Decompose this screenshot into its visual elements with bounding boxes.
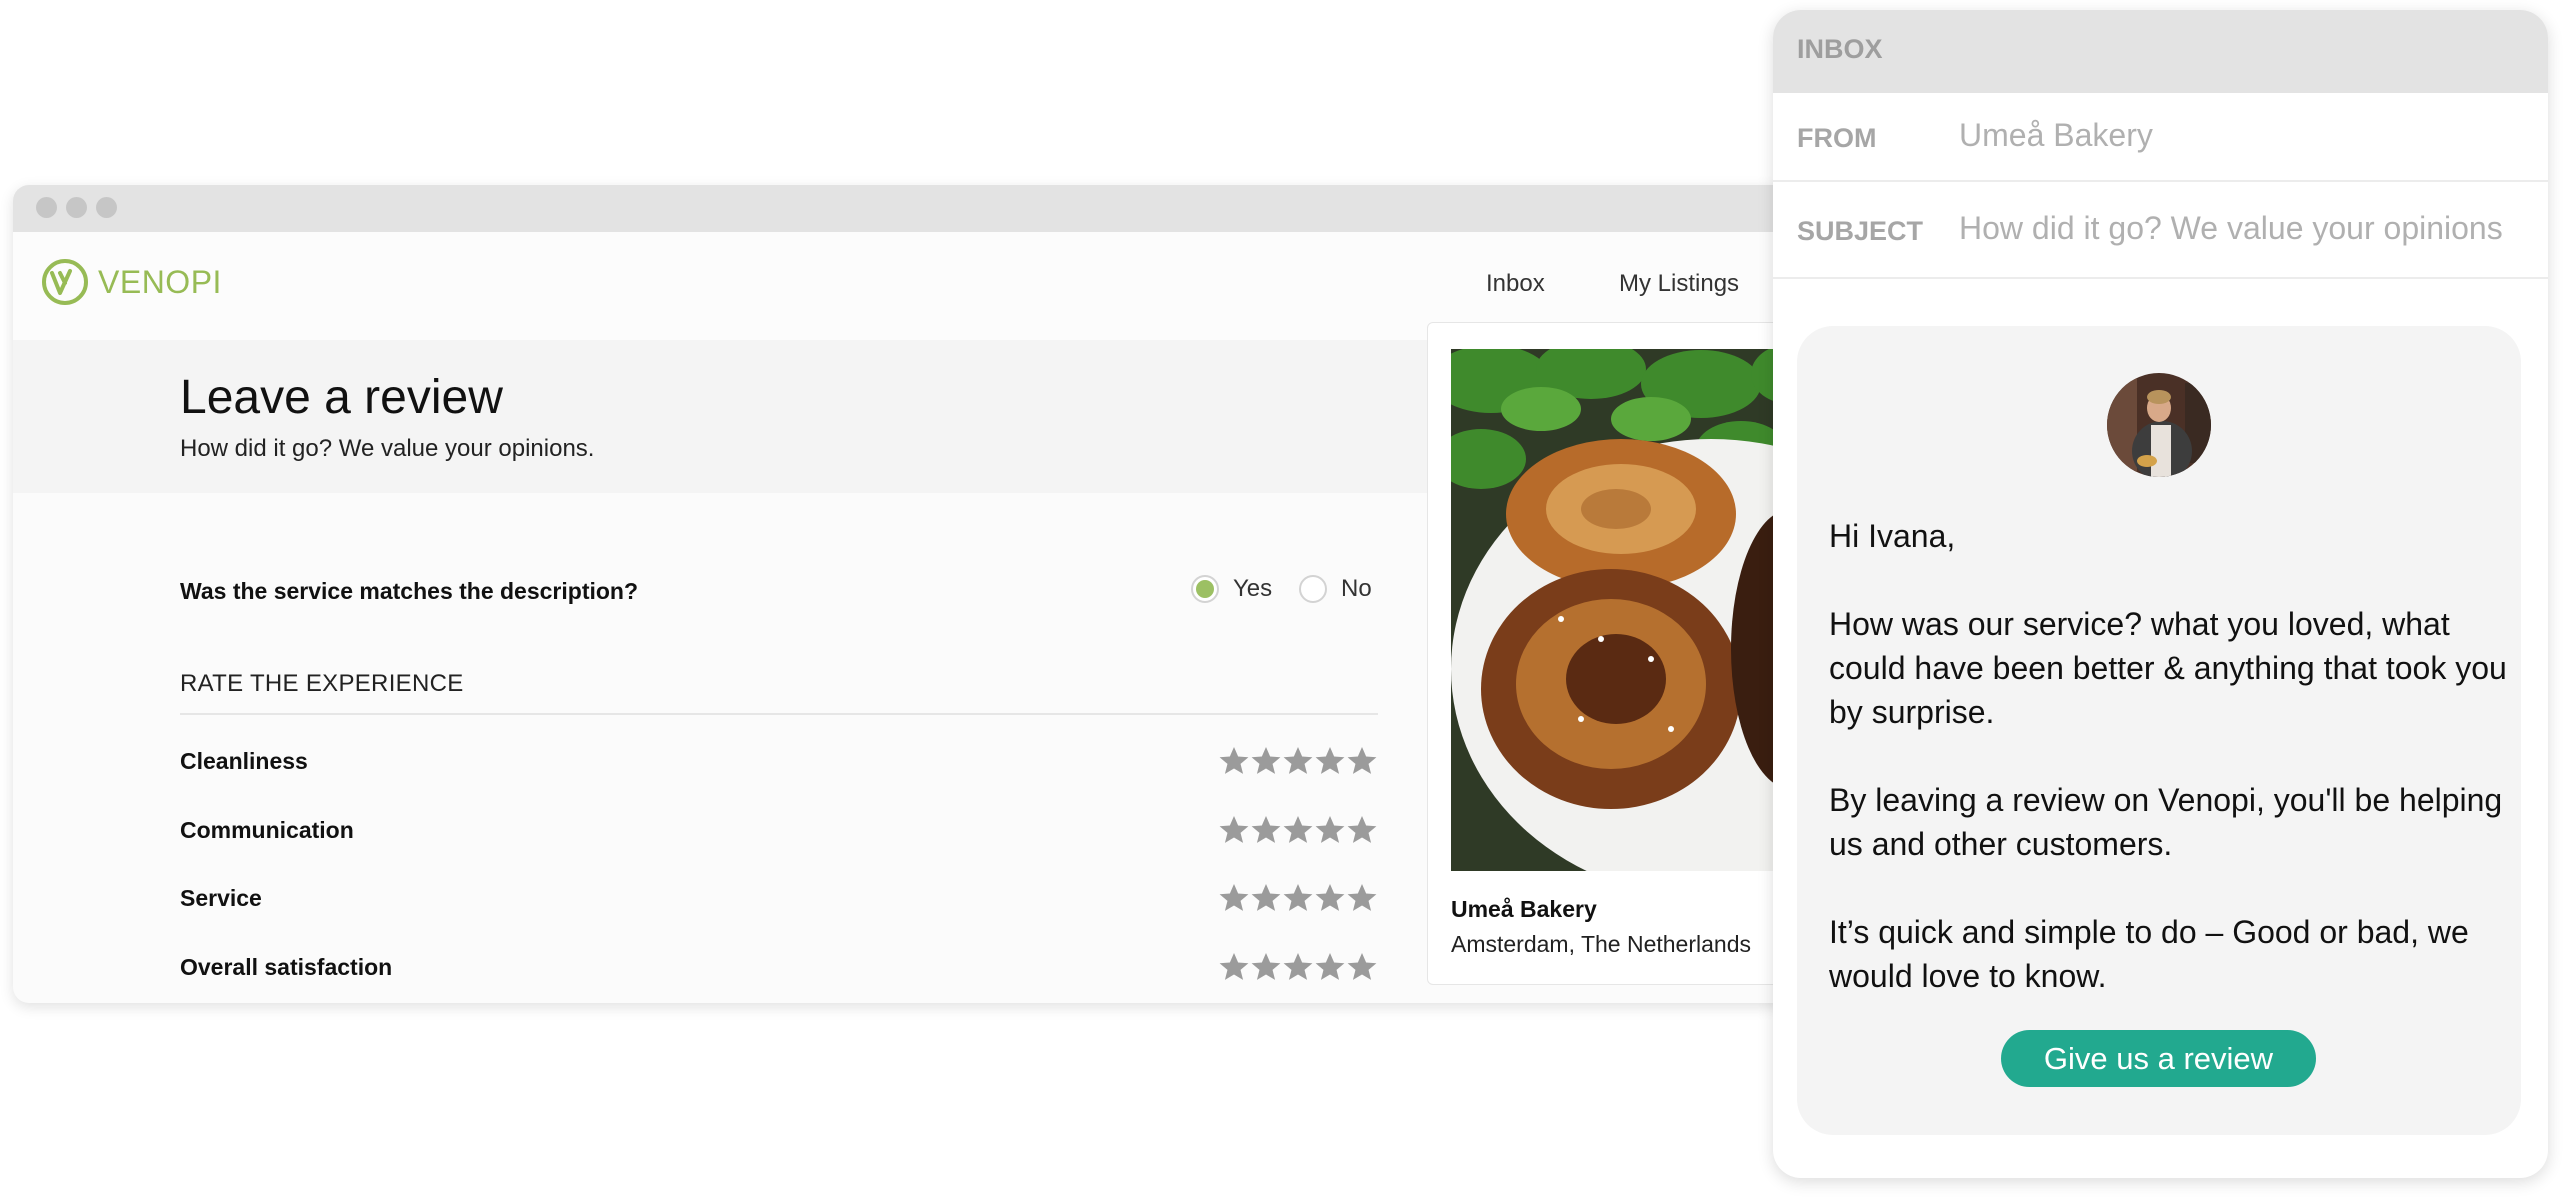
star-icon[interactable]: [1250, 882, 1282, 914]
radio-yes-control[interactable]: [1191, 575, 1219, 603]
give-review-button[interactable]: Give us a review: [2001, 1030, 2316, 1087]
email-header: INBOX: [1773, 10, 2548, 93]
rating-label: Communication: [180, 816, 354, 843]
window-minimize-dot[interactable]: [66, 197, 87, 218]
nav-inbox[interactable]: Inbox: [1486, 270, 1545, 298]
star-rating[interactable]: [1218, 951, 1378, 983]
star-icon[interactable]: [1314, 814, 1346, 846]
logo-text: VENOPI: [98, 263, 222, 300]
star-rating[interactable]: [1218, 814, 1378, 846]
email-paragraph-3: It’s quick and simple to do – Good or ba…: [1829, 914, 2469, 994]
page-title: Leave a review: [180, 371, 503, 424]
star-rating[interactable]: [1218, 882, 1378, 914]
window-maximize-dot[interactable]: [96, 197, 117, 218]
section-divider: [180, 713, 1378, 715]
star-icon[interactable]: [1250, 745, 1282, 777]
star-icon[interactable]: [1218, 951, 1250, 983]
radio-no-label: No: [1341, 575, 1372, 602]
star-icon[interactable]: [1282, 951, 1314, 983]
radio-yes-label: Yes: [1233, 575, 1273, 602]
star-icon[interactable]: [1250, 814, 1282, 846]
email-body-card: Hi Ivana, How was our service? what you …: [1797, 326, 2521, 1135]
cinnamon-buns-image: [1451, 349, 1811, 871]
email-panel: INBOX FROM Umeå Bakery SUBJECT How did i…: [1773, 10, 2548, 1178]
star-icon[interactable]: [1218, 814, 1250, 846]
page-subtitle: How did it go? We value your opinions.: [180, 435, 595, 462]
rating-label: Cleanliness: [180, 747, 308, 774]
email-paragraph-1: How was our service? what you loved, wha…: [1829, 606, 2507, 730]
star-icon[interactable]: [1250, 951, 1282, 983]
listing-location: Amsterdam, The Netherlands: [1451, 931, 1751, 957]
sender-avatar: [2107, 373, 2211, 477]
inbox-label: INBOX: [1797, 34, 1883, 64]
star-icon[interactable]: [1314, 951, 1346, 983]
listing-photo: [1451, 349, 1811, 871]
nav-my-listings[interactable]: My Listings: [1619, 270, 1739, 298]
rating-label: Overall satisfaction: [180, 953, 393, 980]
rating-row-communication: Communication: [180, 810, 1378, 850]
star-icon[interactable]: [1218, 882, 1250, 914]
venopi-logo-icon: [42, 259, 88, 305]
from-label: FROM: [1797, 123, 1877, 153]
star-icon[interactable]: [1314, 745, 1346, 777]
rating-row-overall: Overall satisfaction: [180, 947, 1378, 987]
star-icon[interactable]: [1346, 951, 1378, 983]
radio-no-control[interactable]: [1299, 575, 1327, 603]
star-icon[interactable]: [1346, 745, 1378, 777]
rate-section-label: RATE THE EXPERIENCE: [180, 670, 464, 697]
baker-photo: [2107, 373, 2211, 477]
rating-label: Service: [180, 884, 262, 911]
window-titlebar: [13, 185, 1793, 232]
star-rating[interactable]: [1218, 745, 1378, 777]
subject-label: SUBJECT: [1797, 216, 1924, 246]
listing-name: Umeå Bakery: [1451, 896, 1597, 922]
window-close-dot[interactable]: [36, 197, 57, 218]
star-icon[interactable]: [1282, 814, 1314, 846]
star-icon[interactable]: [1282, 882, 1314, 914]
star-icon[interactable]: [1346, 882, 1378, 914]
star-icon[interactable]: [1314, 882, 1346, 914]
email-subject-row: SUBJECT How did it go? We value your opi…: [1773, 182, 2548, 279]
rating-row-cleanliness: Cleanliness: [180, 741, 1378, 781]
star-icon[interactable]: [1282, 745, 1314, 777]
radio-selected-dot: [1196, 580, 1214, 598]
radio-no[interactable]: No: [1299, 575, 1372, 603]
question-label: Was the service matches the description?: [180, 578, 639, 604]
email-greeting: Hi Ivana,: [1829, 518, 1956, 554]
listing-card[interactable]: Umeå Bakery Amsterdam, The Netherlands: [1427, 322, 1811, 985]
email-paragraph-2: By leaving a review on Venopi, you'll be…: [1829, 782, 2503, 862]
star-icon[interactable]: [1218, 745, 1250, 777]
venopi-logo[interactable]: VENOPI: [40, 257, 222, 307]
star-icon[interactable]: [1346, 814, 1378, 846]
rating-row-service: Service: [180, 878, 1378, 918]
from-value: Umeå Bakery: [1959, 117, 2153, 153]
email-from-row: FROM Umeå Bakery: [1773, 93, 2548, 182]
radio-yes[interactable]: Yes: [1191, 575, 1272, 603]
subject-value: How did it go? We value your opinions: [1959, 210, 2503, 246]
